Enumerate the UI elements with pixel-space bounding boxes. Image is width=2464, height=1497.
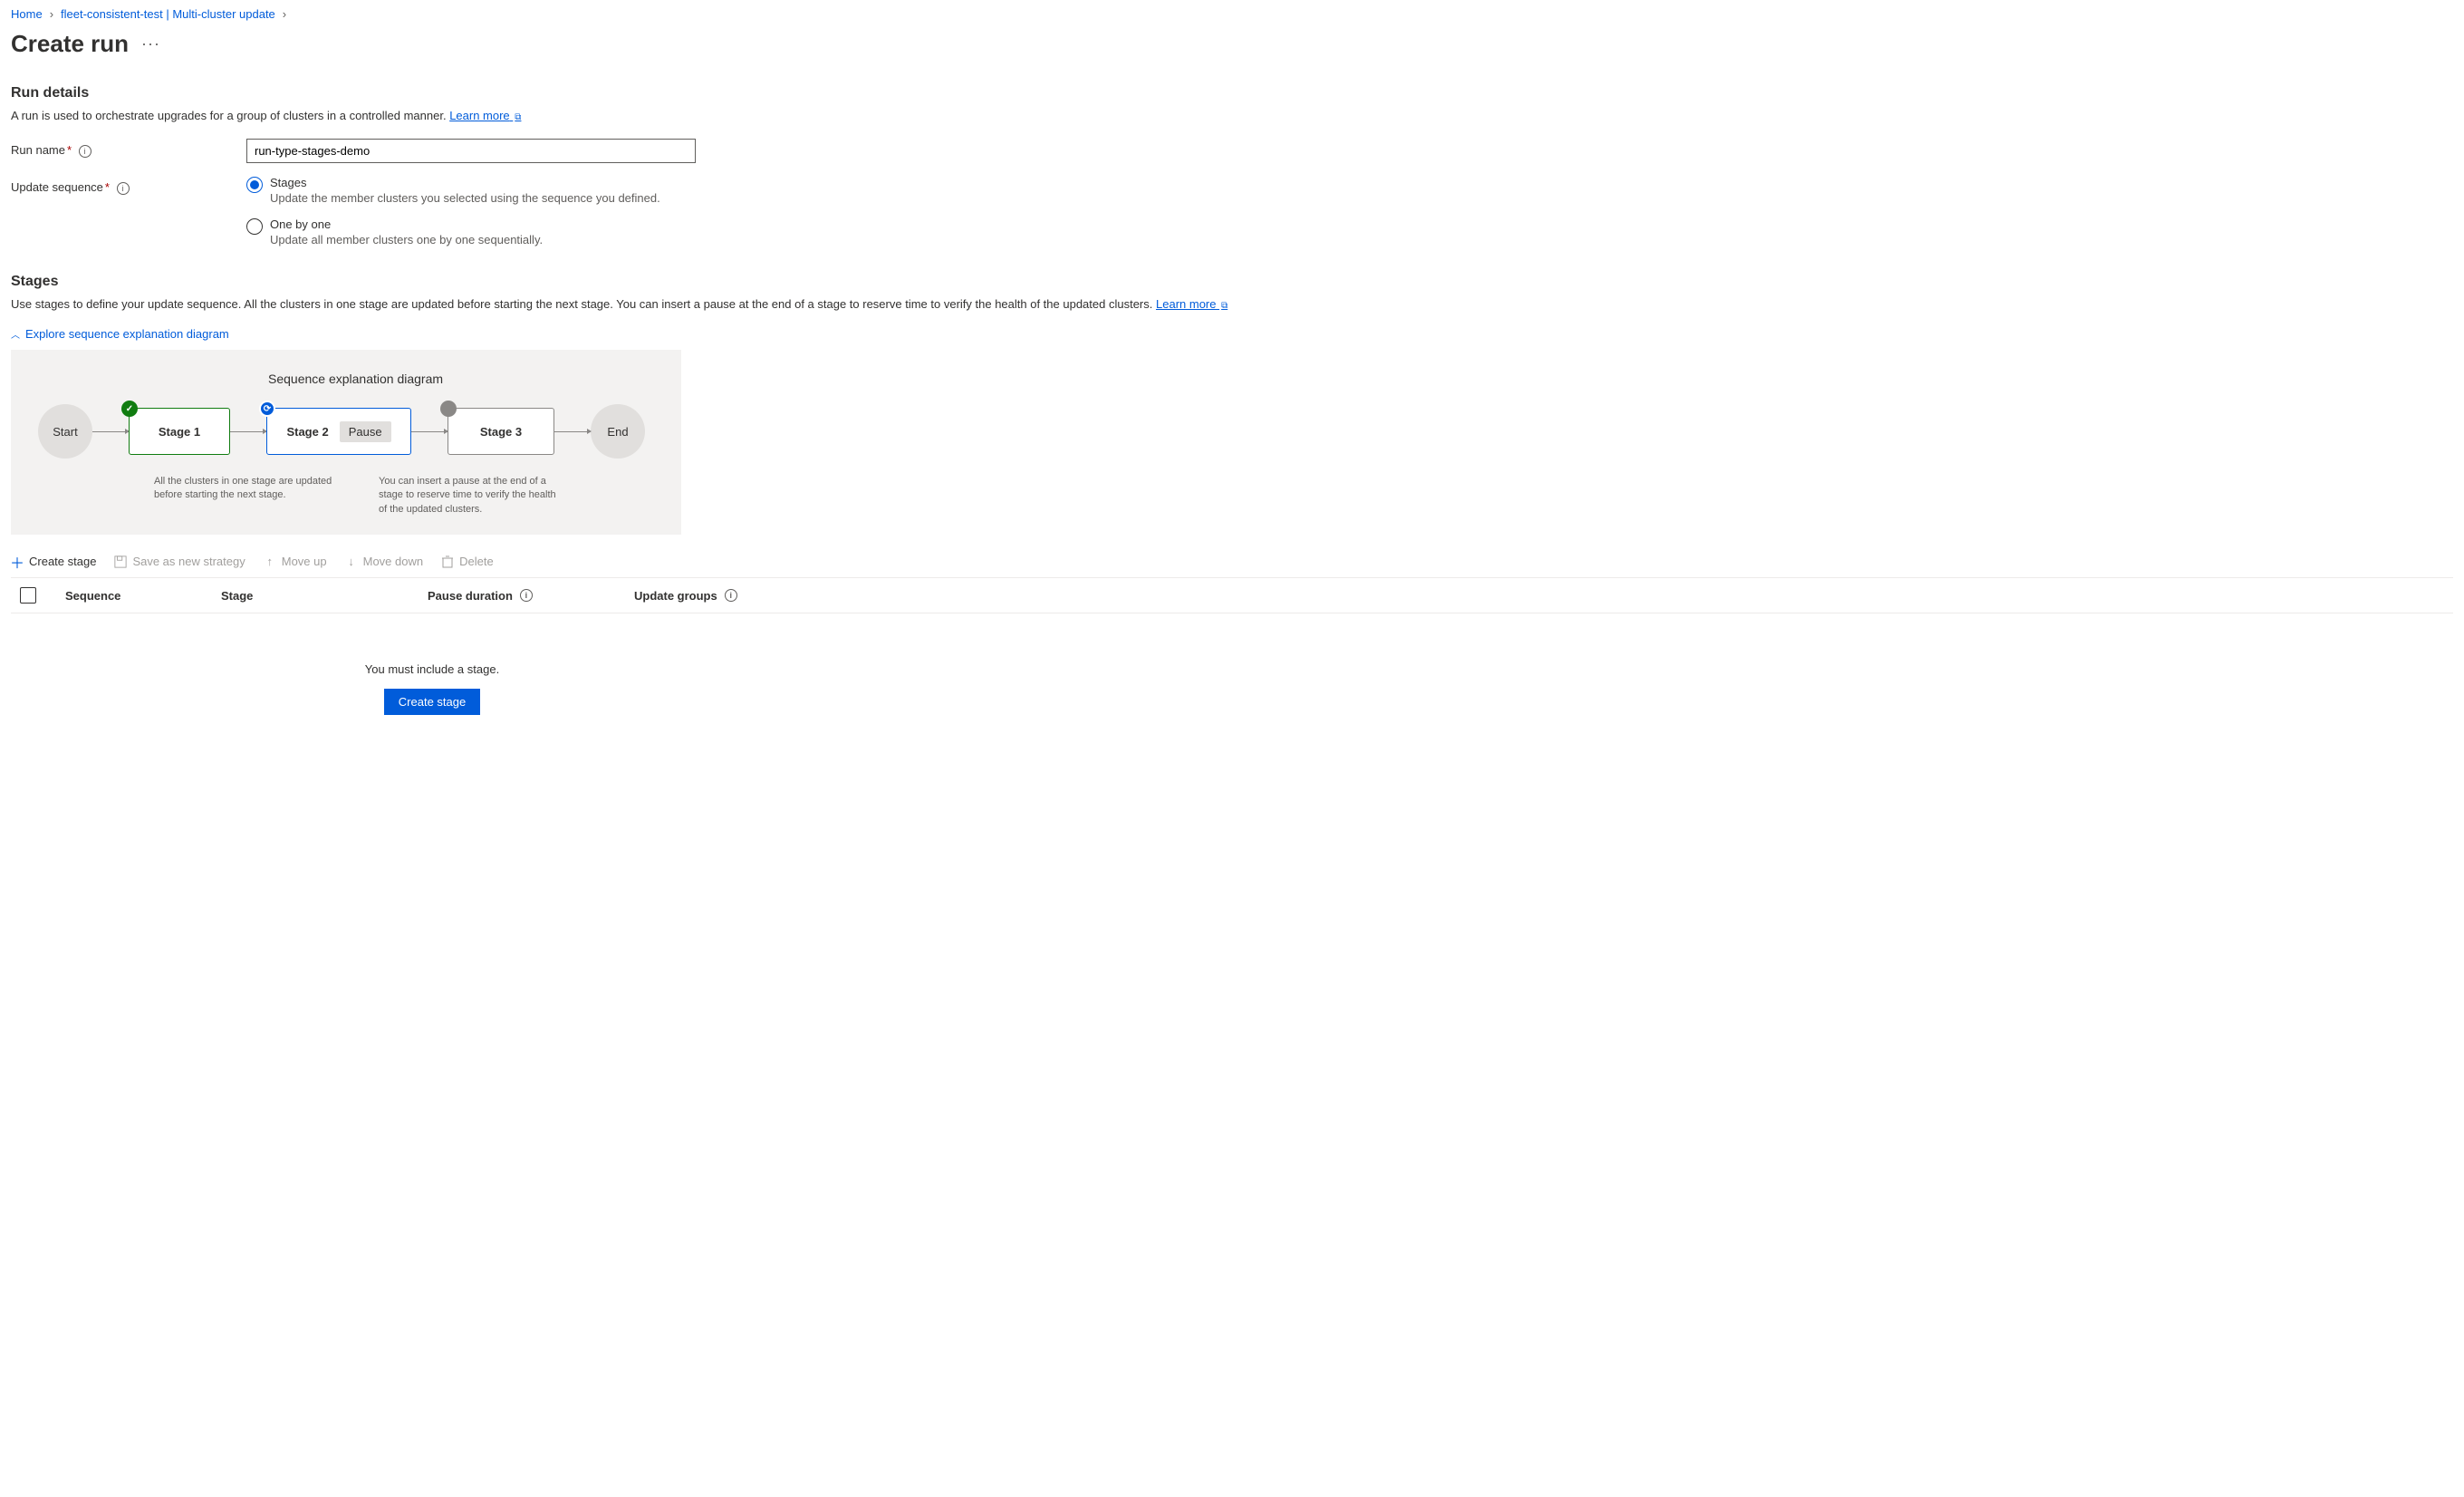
move-up-button: ↑ Move up	[264, 555, 327, 568]
select-all-checkbox[interactable]	[20, 587, 65, 604]
delete-button: Delete	[441, 555, 494, 568]
create-stage-button[interactable]: ＋ Create stage	[11, 555, 96, 568]
radio-one-title: One by one	[270, 217, 543, 231]
stages-toolbar: ＋ Create stage Save as new strategy ↑ Mo…	[11, 555, 2453, 578]
more-actions-icon[interactable]: ···	[141, 34, 160, 81]
run-details-desc-text: A run is used to orchestrate upgrades fo…	[11, 109, 447, 122]
run-name-label: Run name* i	[11, 139, 246, 158]
stages-heading: Stages	[11, 274, 2453, 290]
radio-unselected-icon	[246, 218, 263, 235]
save-as-strategy-button: Save as new strategy	[114, 555, 245, 568]
info-icon[interactable]: i	[725, 589, 737, 602]
arrow-down-icon: ↓	[345, 555, 358, 568]
arrow-icon	[554, 431, 591, 432]
run-details-learn-more-link[interactable]: Learn more ⧉	[449, 109, 521, 122]
breadcrumb: Home › fleet-consistent-test | Multi-clu…	[11, 7, 2453, 21]
update-sequence-label: Update sequence* i	[11, 176, 246, 195]
diagram-note-1: All the clusters in one stage are update…	[154, 475, 335, 517]
column-pause-duration[interactable]: Pause duration i	[428, 589, 634, 603]
pending-icon	[440, 401, 457, 417]
column-sequence[interactable]: Sequence	[65, 589, 221, 603]
radio-stages-title: Stages	[270, 176, 660, 189]
run-details-heading: Run details	[11, 85, 2453, 101]
radio-stages[interactable]: Stages Update the member clusters you se…	[246, 176, 660, 205]
empty-state-message: You must include a stage.	[11, 662, 853, 676]
stages-desc-text: Use stages to define your update sequenc…	[11, 297, 1152, 311]
breadcrumb-parent[interactable]: fleet-consistent-test | Multi-cluster up…	[61, 7, 275, 21]
sequence-diagram: Sequence explanation diagram Start ✓ Sta…	[11, 350, 681, 535]
info-icon[interactable]: i	[520, 589, 533, 602]
explore-diagram-toggle[interactable]: ︿ Explore sequence explanation diagram	[11, 327, 2453, 341]
arrow-icon	[411, 431, 448, 432]
run-details-desc: A run is used to orchestrate upgrades fo…	[11, 109, 2453, 122]
diagram-stage1-node: ✓ Stage 1	[129, 408, 230, 455]
radio-one-desc: Update all member clusters one by one se…	[270, 233, 543, 246]
arrow-icon	[230, 431, 266, 432]
diagram-end-node: End	[591, 404, 645, 459]
run-name-input[interactable]	[246, 139, 696, 163]
info-icon[interactable]: i	[117, 182, 130, 195]
diagram-stage2-node: ⟳ Stage 2 Pause	[266, 408, 411, 455]
diagram-pause-pill: Pause	[340, 421, 391, 442]
move-down-button: ↓ Move down	[345, 555, 423, 568]
stages-section: Stages Use stages to define your update …	[11, 274, 2453, 715]
trash-icon	[441, 555, 454, 568]
chevron-right-icon: ›	[283, 7, 286, 21]
diagram-stage3-node: Stage 3	[448, 408, 554, 455]
explore-diagram-label: Explore sequence explanation diagram	[25, 327, 229, 341]
arrow-icon	[92, 431, 129, 432]
sync-icon: ⟳	[259, 401, 275, 417]
radio-stages-desc: Update the member clusters you selected …	[270, 191, 660, 205]
empty-create-stage-button[interactable]: Create stage	[384, 689, 480, 715]
column-update-groups[interactable]: Update groups i	[634, 589, 737, 603]
diagram-note-2: You can insert a pause at the end of a s…	[379, 475, 560, 517]
external-link-icon: ⧉	[1221, 301, 1227, 311]
diagram-title: Sequence explanation diagram	[268, 372, 654, 386]
chevron-right-icon: ›	[50, 7, 53, 21]
stages-desc: Use stages to define your update sequenc…	[11, 297, 2453, 311]
save-icon	[114, 555, 127, 568]
radio-selected-icon	[246, 177, 263, 193]
chevron-up-icon: ︿	[11, 327, 20, 341]
info-icon[interactable]: i	[79, 145, 91, 158]
column-stage[interactable]: Stage	[221, 589, 428, 603]
stages-table-header: Sequence Stage Pause duration i Update g…	[11, 578, 2453, 613]
page-title: Create run	[11, 30, 129, 58]
diagram-start-node: Start	[38, 404, 92, 459]
radio-one-by-one[interactable]: One by one Update all member clusters on…	[246, 217, 660, 246]
run-details-section: Run details A run is used to orchestrate…	[11, 85, 2453, 246]
external-link-icon: ⧉	[515, 112, 521, 122]
plus-icon: ＋	[11, 555, 24, 568]
breadcrumb-home[interactable]: Home	[11, 7, 43, 21]
check-icon: ✓	[121, 401, 138, 417]
stages-learn-more-link[interactable]: Learn more ⧉	[1156, 297, 1227, 311]
arrow-up-icon: ↑	[264, 555, 276, 568]
